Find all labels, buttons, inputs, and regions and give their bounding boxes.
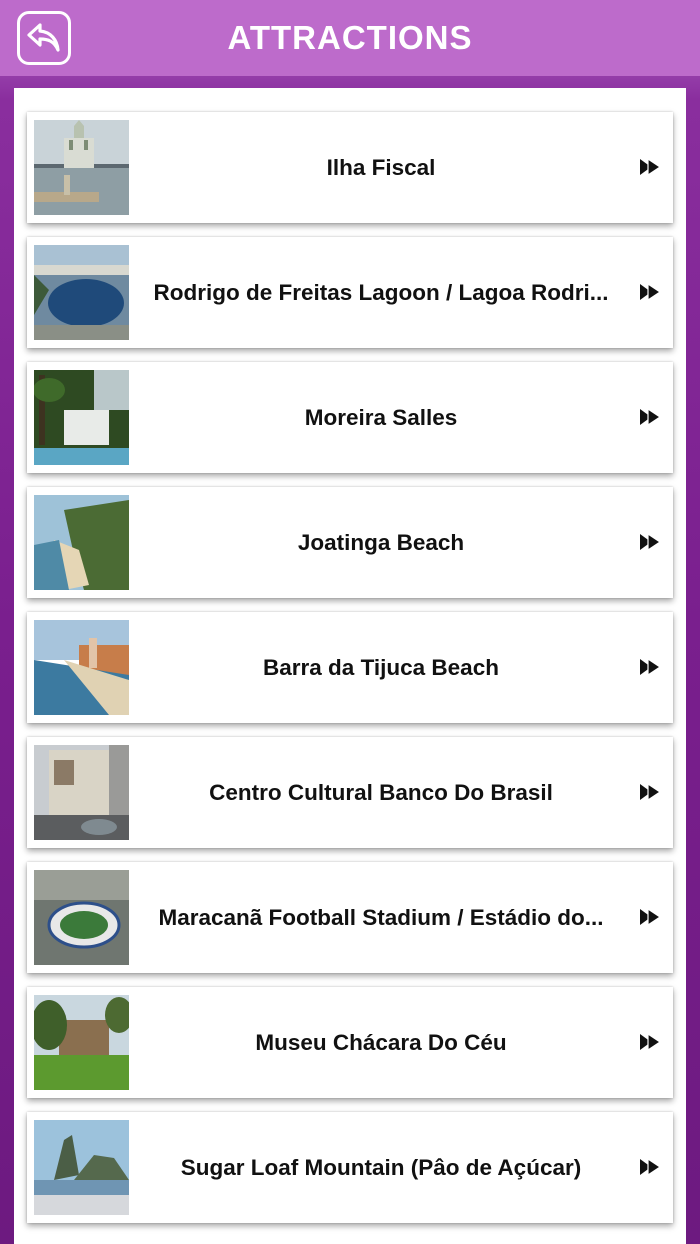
thumbnail-image	[34, 620, 129, 715]
attraction-item-sugar-loaf-mountain[interactable]: Sugar Loaf Mountain (Pâo de Açúcar)	[27, 1112, 673, 1223]
header-bar: ATTRACTIONS	[0, 0, 700, 76]
attraction-name: Joatinga Beach	[297, 529, 465, 555]
double-play-arrow-icon	[640, 407, 661, 427]
double-play-arrow-icon	[640, 782, 661, 802]
attractions-panel: Ilha Fiscal Rodrigo de Freitas Lagoon / …	[14, 88, 686, 1244]
double-play-arrow-icon	[640, 657, 661, 677]
thumbnail-image	[34, 870, 129, 965]
double-play-arrow-icon	[640, 157, 661, 177]
attraction-name: Maracanã Football Stadium / Estádio do..…	[158, 904, 604, 930]
attraction-item-joatinga-beach[interactable]: Joatinga Beach	[27, 487, 673, 598]
thumbnail-image	[34, 1120, 129, 1215]
attraction-item-moreira-salles[interactable]: Moreira Salles	[27, 362, 673, 473]
attraction-item-ilha-fiscal[interactable]: Ilha Fiscal	[27, 112, 673, 223]
attraction-name: Museu Chácara Do Céu	[255, 1029, 507, 1055]
back-button[interactable]	[17, 11, 71, 65]
double-play-arrow-icon	[640, 532, 661, 552]
attraction-name: Sugar Loaf Mountain (Pâo de Açúcar)	[180, 1154, 582, 1180]
thumbnail-image	[34, 370, 129, 465]
attraction-name: Moreira Salles	[304, 404, 458, 430]
double-play-arrow-icon	[640, 1032, 661, 1052]
attraction-item-barra-da-tijuca[interactable]: Barra da Tijuca Beach	[27, 612, 673, 723]
attraction-name: Rodrigo de Freitas Lagoon / Lagoa Rodri.…	[153, 279, 609, 305]
attraction-item-museu-chacara-do-ceu[interactable]: Museu Chácara Do Céu	[27, 987, 673, 1098]
thumbnail-image	[34, 495, 129, 590]
double-play-arrow-icon	[640, 282, 661, 302]
attraction-item-rodrigo-de-freitas[interactable]: Rodrigo de Freitas Lagoon / Lagoa Rodri.…	[27, 237, 673, 348]
double-play-arrow-icon	[640, 907, 661, 927]
attraction-name: Centro Cultural Banco Do Brasil	[209, 779, 553, 805]
attraction-name: Barra da Tijuca Beach	[263, 654, 499, 680]
page-title: ATTRACTIONS	[227, 19, 473, 56]
thumbnail-image	[34, 995, 129, 1090]
attractions-list: Ilha Fiscal Rodrigo de Freitas Lagoon / …	[27, 112, 673, 1237]
thumbnail-image	[34, 120, 129, 215]
thumbnail-image	[34, 745, 129, 840]
thumbnail-image	[34, 245, 129, 340]
back-arrow-icon	[27, 23, 60, 52]
attraction-item-centro-cultural[interactable]: Centro Cultural Banco Do Brasil	[27, 737, 673, 848]
double-play-arrow-icon	[640, 1157, 661, 1177]
attraction-name: Ilha Fiscal	[326, 154, 436, 180]
attraction-item-maracana-stadium[interactable]: Maracanã Football Stadium / Estádio do..…	[27, 862, 673, 973]
